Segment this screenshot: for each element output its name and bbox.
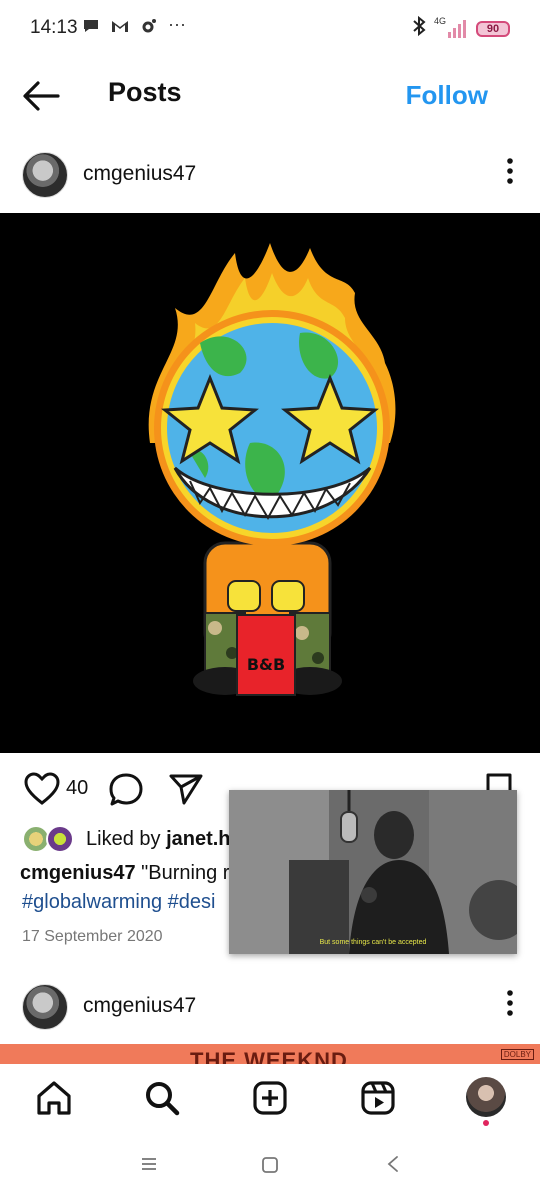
settings-gear-icon (140, 17, 158, 37)
avatar[interactable] (22, 984, 68, 1030)
home-icon (37, 1081, 71, 1115)
liked-by-username[interactable]: janet.h (166, 828, 230, 850)
caption-text: "Burning r (141, 862, 230, 884)
follow-button[interactable]: Follow (406, 80, 488, 111)
more-dots-icon: ··· (168, 14, 186, 34)
square-icon (262, 1157, 278, 1173)
comment-button[interactable] (108, 772, 144, 813)
nav-reels[interactable] (358, 1078, 398, 1118)
status-system-icons: 4G 90 (412, 15, 510, 42)
nav-search[interactable] (142, 1078, 182, 1118)
like-count[interactable]: 40 (66, 777, 88, 800)
send-icon (169, 774, 203, 805)
caption-username[interactable]: cmgenius47 (20, 862, 136, 884)
chat-bubble-icon (82, 17, 100, 37)
reels-icon (361, 1081, 395, 1115)
liked-by-prefix: Liked by (86, 828, 167, 850)
arrow-left-icon (23, 81, 60, 111)
status-bar: 14:13 ··· 4G 90 (0, 0, 540, 60)
post-hashtags[interactable]: #globalwarming #desi (22, 891, 215, 914)
avatar[interactable] (22, 152, 68, 198)
comment-icon (109, 773, 143, 806)
recent-apps-button[interactable] (140, 1156, 158, 1177)
heart-icon (24, 772, 60, 805)
post-options-button[interactable] (502, 154, 518, 188)
nav-profile-avatar[interactable] (466, 1077, 506, 1117)
banner-title: THE WEEKND (190, 1048, 348, 1064)
signal-icon: 4G (434, 15, 468, 40)
liker-avatars (20, 825, 80, 853)
post-caption: cmgenius47 "Burning r (20, 862, 229, 885)
video-subtitle: But some things can't be accepted (319, 939, 427, 946)
top-bar: Posts Follow (0, 60, 540, 130)
avatar (46, 825, 74, 853)
burning-earth-artwork: B&B (148, 243, 396, 696)
like-button[interactable] (24, 772, 60, 811)
dolby-badge: DOLBY (500, 1049, 534, 1060)
notification-dot (483, 1120, 489, 1126)
menu-lines-icon (142, 1158, 156, 1170)
post-header: cmgenius47 (0, 146, 540, 206)
vertical-dots-icon (507, 990, 513, 1016)
post-options-button[interactable] (502, 986, 518, 1020)
status-notification-icons: ··· (82, 14, 186, 37)
post-image[interactable]: B&B (0, 213, 540, 753)
vertical-dots-icon (507, 158, 513, 184)
second-post-image[interactable]: THE WEEKND DOLBY (0, 1044, 540, 1064)
gmail-icon (110, 17, 130, 37)
chevron-left-icon (387, 1156, 398, 1172)
post-username[interactable]: cmgenius47 (83, 994, 196, 1018)
network-type-label: 4G (434, 15, 447, 26)
post-date: 17 September 2020 (22, 928, 163, 945)
post-username[interactable]: cmgenius47 (83, 162, 196, 186)
bluetooth-icon (412, 15, 426, 42)
battery-indicator: 90 (476, 20, 510, 37)
nav-home[interactable] (34, 1078, 74, 1118)
search-icon (146, 1082, 180, 1116)
pip-video-player[interactable]: But some things can't be accepted (229, 790, 517, 954)
post-header: cmgenius47 (0, 978, 540, 1038)
system-navigation-bar (0, 1134, 540, 1200)
bottom-nav (0, 1064, 540, 1134)
page-title: Posts (108, 77, 182, 107)
box-label: B&B (247, 655, 285, 674)
share-button[interactable] (168, 772, 204, 811)
video-frame (229, 790, 517, 954)
liked-by-text[interactable]: Liked by janet.h (86, 828, 231, 851)
status-time: 14:13 (30, 17, 78, 38)
back-button[interactable] (20, 75, 62, 117)
back-system-button[interactable] (384, 1154, 402, 1179)
create-icon (253, 1081, 287, 1115)
nav-create[interactable] (250, 1078, 290, 1118)
home-system-button[interactable] (261, 1156, 279, 1179)
